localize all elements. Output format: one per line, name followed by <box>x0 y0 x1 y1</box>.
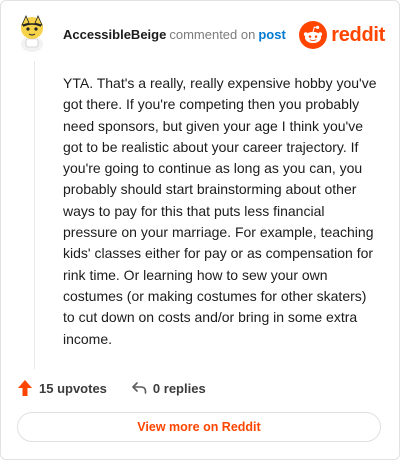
reddit-snoo-icon <box>299 21 328 49</box>
comment-body: YTA. That's a really, really expensive h… <box>63 75 377 347</box>
upvotes-count: 15 upvotes <box>39 380 107 396</box>
reddit-logo[interactable]: reddit <box>299 20 385 50</box>
comment-header: AccessibleBeige commented on post reddit <box>17 13 385 57</box>
upvote-arrow-icon <box>18 380 32 396</box>
replies-count: 0 replies <box>152 380 206 396</box>
post-link[interactable]: post <box>258 27 285 42</box>
upvote-button[interactable]: 15 upvotes <box>17 379 107 397</box>
user-avatar[interactable] <box>17 13 47 53</box>
reply-arrow-icon <box>132 382 147 394</box>
comment-actions: 15 upvotes 0 replies <box>17 377 206 399</box>
view-more-on-reddit-button[interactable]: View more on Reddit <box>17 412 381 442</box>
embedded-comment-card: AccessibleBeige commented on post reddit Y… <box>0 0 400 460</box>
username-link[interactable]: AccessibleBeige <box>63 27 166 42</box>
thread-line <box>34 61 35 369</box>
commented-on-text: commented on <box>169 27 256 42</box>
comment-meta: AccessibleBeige commented on post <box>63 27 286 42</box>
reply-button[interactable]: 0 replies <box>131 381 206 396</box>
reddit-wordmark: reddit <box>331 23 385 46</box>
